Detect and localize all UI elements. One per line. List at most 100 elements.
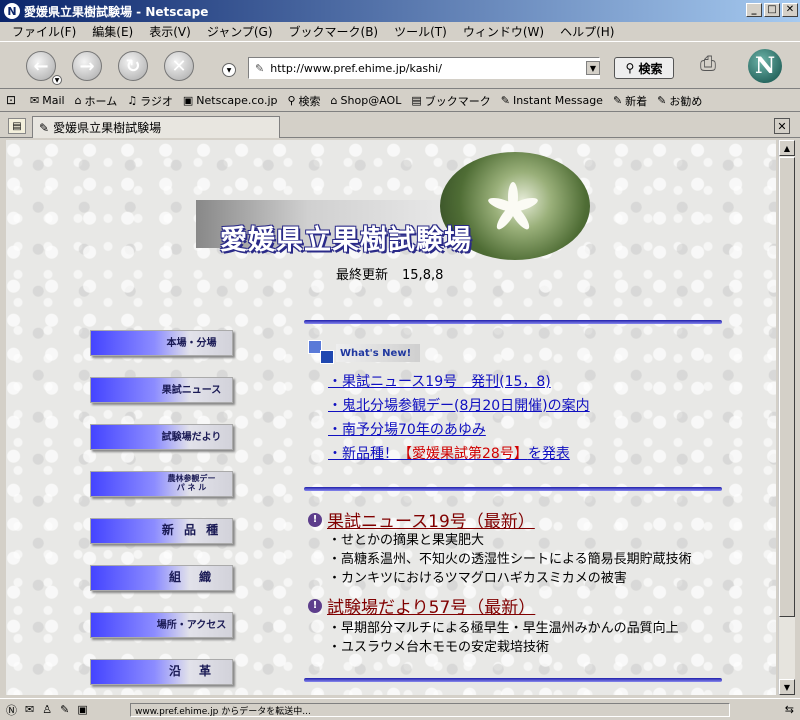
list-item: ・高糖系温州、不知火の透湿性シートによる簡易長期貯蔵技術 bbox=[328, 552, 692, 567]
nav-main-branch[interactable]: 本場・分場 bbox=[90, 330, 233, 356]
menu-go[interactable]: ジャンプ(G) bbox=[199, 23, 281, 40]
netscape-app-icon: N bbox=[4, 3, 20, 19]
news-link-2[interactable]: ・鬼北分場参観デー(8月20日開催)の案内 bbox=[328, 398, 590, 414]
menu-file[interactable]: ファイル(F) bbox=[4, 23, 84, 40]
news-link-3[interactable]: ・南予分場70年のあゆみ bbox=[328, 422, 486, 438]
last-updated-value: 15,8,8 bbox=[402, 268, 444, 283]
bookmark-new[interactable]: ✎ 新着 bbox=[613, 93, 647, 109]
stop-button[interactable]: ✕ bbox=[164, 51, 194, 81]
menu-bookmarks[interactable]: ブックマーク(B) bbox=[281, 23, 387, 40]
section-news-19-link[interactable]: 果試ニュース19号（最新） bbox=[327, 507, 535, 532]
nav-news[interactable]: 果試ニュース bbox=[90, 377, 233, 403]
menu-help[interactable]: ヘルプ(H) bbox=[552, 23, 622, 40]
section-news-19: ! 果試ニュース19号（最新） bbox=[308, 507, 535, 532]
list-item: ・せとかの摘果と果実肥大 bbox=[328, 533, 485, 548]
news-list: ・果試ニュース19号 発刊(15，8) ・鬼北分場参観デー(8月20日開催)の案… bbox=[328, 370, 590, 466]
bookmark-radio[interactable]: ♫ ラジオ bbox=[127, 93, 173, 109]
tab-bar: ▤ ✎ 愛媛県立果樹試験場 ✕ bbox=[0, 114, 800, 138]
navigation-toolbar: ← ▼ → ↻ ✕ ▼ ✎ http://www.pref.ehime.jp/k… bbox=[0, 43, 800, 89]
news-link-1[interactable]: ・果試ニュース19号 発刊(15，8) bbox=[328, 374, 551, 390]
exclamation-icon: ! bbox=[308, 512, 322, 527]
mail-icon[interactable]: ✉ bbox=[25, 703, 34, 716]
minimize-button[interactable]: _ bbox=[746, 3, 762, 17]
divider-top bbox=[304, 320, 722, 324]
forward-button[interactable]: → bbox=[72, 51, 102, 81]
scroll-down-button[interactable]: ▼ bbox=[779, 679, 795, 695]
section-letter-57-link[interactable]: 試験場だより57号（最新） bbox=[327, 593, 535, 618]
connection-icon: ⇆ bbox=[784, 703, 794, 716]
shop-icon: ⌂ bbox=[330, 94, 338, 107]
url-history-dropdown[interactable]: ▼ bbox=[586, 61, 600, 75]
vertical-scrollbar[interactable]: ▲ ▼ bbox=[778, 140, 795, 695]
exclamation-icon: ! bbox=[308, 598, 322, 613]
page-content: 愛媛県立果樹試験場 最終更新 15,8,8 本場・分場 果試ニュース 試験場だより… bbox=[6, 140, 776, 695]
menu-window[interactable]: ウィンドウ(W) bbox=[455, 23, 552, 40]
page-icon: ✎ bbox=[39, 120, 50, 135]
close-button[interactable]: ✕ bbox=[782, 3, 798, 17]
radio-icon: ♫ bbox=[127, 94, 138, 107]
home-icon: ⌂ bbox=[74, 94, 82, 107]
link-icon: ✎ bbox=[500, 94, 510, 107]
menu-tools[interactable]: ツール(T) bbox=[386, 23, 455, 40]
search-icon: ⚲ bbox=[625, 61, 635, 75]
list-item: ・カンキツにおけるツマグロハギカスミカメの被害 bbox=[328, 571, 627, 586]
list-item: ・ユスラウメ台木モモの安定栽培技術 bbox=[328, 640, 550, 655]
back-history-dropdown[interactable]: ▼ bbox=[52, 75, 62, 85]
nav-station-letter[interactable]: 試験場だより bbox=[90, 424, 233, 450]
search-icon: ⚲ bbox=[287, 94, 296, 107]
maximize-button[interactable]: □ bbox=[764, 3, 780, 17]
section-letter-57: ! 試験場だより57号（最新） bbox=[308, 593, 535, 618]
personal-toolbar: ⊡ ✉ Mail ⌂ ホーム ♫ ラジオ ▣ Netscape.co.jp ⚲ 検索 ⌂ S… bbox=[0, 90, 800, 112]
address-book-icon[interactable]: ▣ bbox=[77, 703, 87, 716]
link-icon: ✎ bbox=[612, 94, 623, 107]
section-news-19-items: ・せとかの摘果と果実肥大 ・高糖系温州、不知火の透湿性シートによる簡易長期貯蔵技… bbox=[328, 531, 692, 588]
bookmark-home[interactable]: ⌂ ホーム bbox=[75, 93, 118, 109]
divider-middle bbox=[304, 487, 722, 491]
nav-location-access[interactable]: 場所・アクセス bbox=[90, 612, 233, 638]
search-button[interactable]: ⚲ 検索 bbox=[614, 57, 674, 79]
bookmark-netscape[interactable]: ▣ Netscape.co.jp bbox=[183, 94, 278, 107]
mail-icon: ✉ bbox=[30, 94, 40, 107]
netscape-logo[interactable]: N bbox=[748, 49, 782, 83]
aim-icon[interactable]: ♙ bbox=[42, 703, 52, 716]
bookmark-instant-message[interactable]: ✎ Instant Message bbox=[501, 94, 603, 107]
status-bar: Ⓝ ✉ ♙ ✎ ▣ www.pref.ehime.jp からデータを転送中...… bbox=[0, 698, 800, 720]
list-item: ・早期部分マルチによる極早生・早生温州みかんの品質向上 bbox=[328, 621, 679, 636]
tab-open-icon[interactable]: ⊡ bbox=[6, 93, 16, 107]
nav-history[interactable]: 沿 革 bbox=[90, 659, 233, 685]
url-text: http://www.pref.ehime.jp/kashi/ bbox=[270, 61, 442, 75]
nav-new-varieties[interactable]: 新 品 種 bbox=[90, 518, 233, 544]
tab-current[interactable]: ✎ 愛媛県立果樹試験場 bbox=[32, 116, 280, 138]
reload-button[interactable]: ↻ bbox=[118, 51, 148, 81]
forward-arrow-icon: → bbox=[79, 55, 95, 77]
netscape-status-icon[interactable]: Ⓝ bbox=[6, 702, 17, 718]
status-text: www.pref.ehime.jp からデータを転送中... bbox=[130, 703, 730, 717]
menu-edit[interactable]: 編集(E) bbox=[84, 23, 141, 40]
bookmark-mail[interactable]: ✉ Mail bbox=[30, 94, 65, 107]
nav-organization[interactable]: 組 織 bbox=[90, 565, 233, 591]
url-bar[interactable]: ✎ http://www.pref.ehime.jp/kashi/ bbox=[248, 57, 600, 79]
back-button[interactable]: ← bbox=[26, 51, 56, 81]
menu-view[interactable]: 表示(V) bbox=[141, 23, 199, 40]
nav-open-day-panel[interactable]: 農林参観デー パ ネ ル bbox=[90, 471, 233, 497]
section-letter-57-items: ・早期部分マルチによる極早生・早生温州みかんの品質向上 ・ユスラウメ台木モモの安… bbox=[328, 619, 679, 657]
page-link-icon: ✎ bbox=[255, 61, 265, 75]
print-icon[interactable]: ⎙ bbox=[700, 51, 728, 77]
news-link-4[interactable]: ・新品種！【愛媛果試第28号】を発表 bbox=[328, 446, 570, 462]
sidebar-toggle-icon[interactable]: ▤ bbox=[8, 118, 26, 134]
menu-bar: ファイル(F) 編集(E) 表示(V) ジャンプ(G) ブックマーク(B) ツー… bbox=[0, 22, 800, 42]
bookmark-recommended[interactable]: ✎ お勧め bbox=[657, 93, 702, 109]
whats-new-heading: What's New! bbox=[308, 340, 420, 366]
bookmark-bookmarks[interactable]: ▤ ブックマーク bbox=[411, 93, 490, 109]
page-dropdown[interactable]: ▼ bbox=[222, 63, 236, 77]
last-updated-label: 最終更新 bbox=[336, 268, 389, 283]
scroll-thumb[interactable] bbox=[779, 157, 795, 617]
bookmark-shop-aol[interactable]: ⌂ Shop@AOL bbox=[331, 94, 402, 107]
close-tab-button[interactable]: ✕ bbox=[774, 118, 790, 134]
composer-icon[interactable]: ✎ bbox=[60, 703, 69, 716]
scroll-up-button[interactable]: ▲ bbox=[779, 140, 795, 156]
divider-bottom bbox=[304, 678, 722, 682]
tab-title: 愛媛県立果樹試験場 bbox=[53, 121, 162, 135]
bookmark-search[interactable]: ⚲ 検索 bbox=[287, 93, 320, 109]
back-arrow-icon: ← bbox=[33, 55, 49, 77]
